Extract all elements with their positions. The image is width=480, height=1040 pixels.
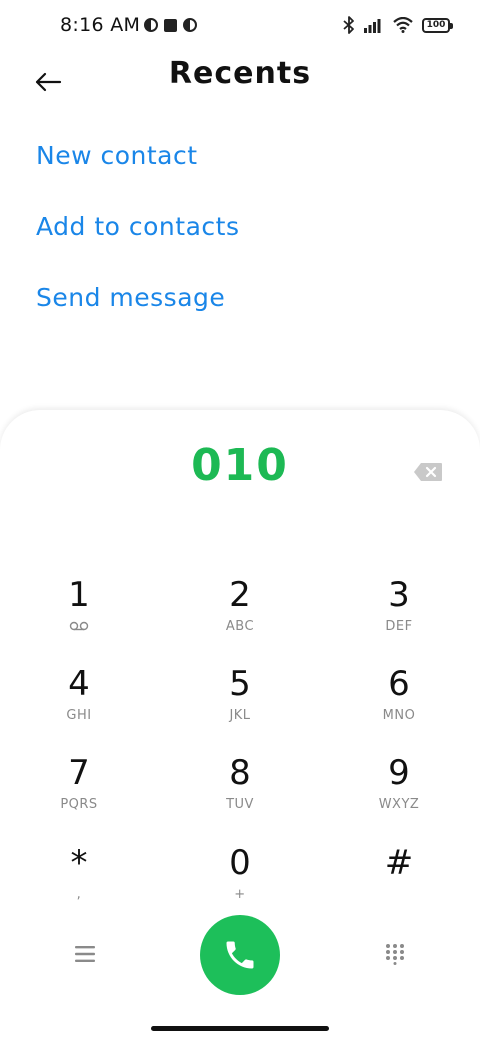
- key-letters: ABC: [225, 619, 255, 634]
- page-title: Recents: [168, 56, 312, 91]
- key-digit: 3: [388, 575, 410, 615]
- dialed-number: 010: [191, 440, 289, 491]
- key-star[interactable]: * ,: [19, 843, 139, 921]
- key-hash[interactable]: #: [339, 843, 459, 921]
- key-digit: 0: [229, 843, 251, 883]
- new-contact-link[interactable]: New contact: [36, 138, 239, 209]
- send-message-link[interactable]: Send message: [36, 280, 239, 351]
- header: Recents: [0, 56, 480, 106]
- key-letters: ,: [76, 887, 82, 902]
- signal-icon: [364, 19, 381, 33]
- backspace-icon[interactable]: [413, 462, 443, 482]
- call-button[interactable]: [200, 915, 280, 995]
- key-6[interactable]: 6 MNO: [339, 664, 459, 742]
- key-1[interactable]: 1: [19, 575, 139, 653]
- key-letters: PQRS: [60, 797, 98, 812]
- key-letters: WXYZ: [378, 797, 420, 812]
- dialpad-bottom-bar: [0, 915, 480, 995]
- key-5[interactable]: 5 JKL: [180, 664, 300, 742]
- status-system-icons: 100: [343, 16, 453, 34]
- square-icon: [164, 18, 177, 32]
- key-digit: 1: [68, 575, 90, 615]
- key-digit: 2: [229, 575, 251, 615]
- bluetooth-icon: [343, 16, 354, 34]
- key-letters: DEF: [385, 619, 413, 634]
- contact-actions: New contact Add to contacts Send message: [36, 138, 239, 351]
- dialpad-panel: 010 1 2 ABC 3 DEF 4 GHI 5 JKL 6 MNO 7 PQ…: [0, 410, 480, 1040]
- home-indicator[interactable]: [151, 1026, 329, 1031]
- key-letters: JKL: [229, 708, 251, 723]
- key-digit: 4: [68, 664, 90, 704]
- wifi-icon: [393, 17, 413, 33]
- key-digit: 5: [229, 664, 251, 704]
- key-0[interactable]: 0 +: [180, 843, 300, 921]
- key-digit: #: [384, 843, 414, 883]
- key-letters: +: [234, 887, 246, 902]
- key-digit: *: [70, 843, 88, 883]
- keypad-icon[interactable]: [384, 943, 406, 965]
- menu-icon[interactable]: [72, 943, 98, 965]
- key-7[interactable]: 7 PQRS: [19, 753, 139, 831]
- add-to-contacts-link[interactable]: Add to contacts: [36, 209, 239, 280]
- key-digit: 7: [68, 753, 90, 793]
- key-letters: GHI: [66, 708, 92, 723]
- key-letters: TUV: [226, 797, 254, 812]
- key-4[interactable]: 4 GHI: [19, 664, 139, 742]
- key-digit: 8: [229, 753, 251, 793]
- status-time: 8:16 AM: [60, 14, 141, 36]
- key-3[interactable]: 3 DEF: [339, 575, 459, 653]
- battery-icon: 100: [422, 17, 453, 33]
- key-digit: 9: [388, 753, 410, 793]
- key-8[interactable]: 8 TUV: [180, 753, 300, 831]
- half-circle-icon: [144, 18, 158, 32]
- key-2[interactable]: 2 ABC: [180, 575, 300, 653]
- key-digit: 6: [388, 664, 410, 704]
- status-bar: 8:16 AM 100: [0, 0, 480, 54]
- half-circle-icon: [183, 18, 197, 32]
- status-notification-icons: [144, 18, 197, 32]
- key-letters: MNO: [382, 708, 416, 723]
- phone-icon: [226, 941, 254, 969]
- voicemail-icon: [69, 621, 89, 631]
- key-9[interactable]: 9 WXYZ: [339, 753, 459, 831]
